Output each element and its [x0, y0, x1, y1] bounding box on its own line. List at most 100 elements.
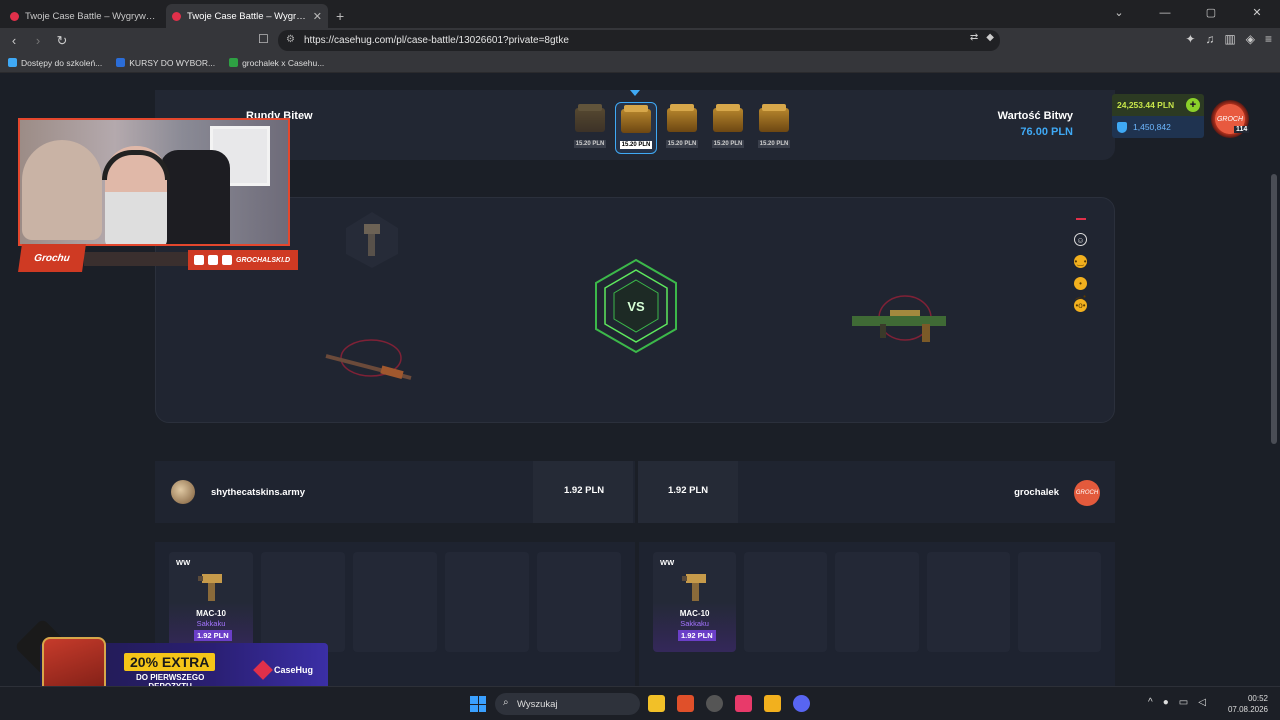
file-explorer-icon[interactable]	[648, 695, 665, 712]
vpn-icon[interactable]: ◈	[1246, 32, 1255, 46]
app-icon[interactable]	[764, 695, 781, 712]
casehug-logo-icon	[253, 660, 273, 680]
brave-shield-icon[interactable]: ◆	[986, 32, 994, 43]
item-skin: Sakkaku	[196, 619, 226, 628]
wear-label: WW	[176, 558, 191, 567]
translate-icon[interactable]: ⇄	[970, 32, 978, 43]
points-row: 1,450,842	[1112, 116, 1204, 138]
chevron-up-icon[interactable]: ^	[1148, 697, 1153, 708]
round-case: 15.20 PLN	[707, 102, 749, 154]
taskbar-search[interactable]: ⌕ Wyszukaj	[495, 693, 640, 715]
volume-icon[interactable]: ◁	[1198, 697, 1206, 708]
tiktok-app-icon[interactable]	[735, 695, 752, 712]
promo-brand-name: CaseHug	[274, 665, 314, 675]
tab-title: Twoje Case Battle – Wygrywaj sk	[187, 10, 309, 22]
drops-right: WW MAC-10 Sakkaku 1.92 PLN	[635, 542, 1115, 686]
bookmark-label: KURSY DO WYBOR...	[129, 57, 216, 68]
case-price: 15.20 PLN	[711, 140, 745, 148]
battle-value-amount: 76.00 PLN	[1020, 126, 1073, 138]
clock[interactable]: 00:52 07.08.2026	[1228, 693, 1268, 715]
site-info-icon[interactable]: ⚙	[286, 34, 295, 45]
wear-label: WW	[660, 558, 675, 567]
bookmark-item[interactable]: Dostępy do szkoleń...	[8, 58, 102, 68]
avatar[interactable]: GROCH	[1074, 480, 1100, 506]
new-tab-button[interactable]: +	[328, 4, 352, 28]
streamer-logo-text: Grochu	[33, 252, 71, 264]
mac10-item-icon	[682, 574, 706, 601]
case-price: 15.20 PLN	[573, 140, 607, 148]
empty-drop-slot	[926, 552, 1010, 652]
browser-tab-2[interactable]: Twoje Case Battle – Wygrywaj sk ✕	[166, 4, 328, 28]
avatar[interactable]	[171, 480, 195, 504]
brave-browser-icon[interactable]	[677, 695, 694, 712]
item-name: MAC-10	[196, 609, 226, 618]
address-bar-row: ‹ › ↻ ☐ ⚙ https://casehug.com/pl/case-ba…	[0, 28, 1280, 53]
app-icon[interactable]	[706, 695, 723, 712]
extensions-area: ✦ ♫ ▥ ◈ ≡	[1185, 32, 1272, 46]
back-icon[interactable]: ‹	[4, 33, 24, 48]
discord-icon[interactable]	[793, 695, 810, 712]
item-price: 1.92 PLN	[194, 630, 232, 641]
gaming-chair	[160, 150, 230, 244]
balance-amount: 24,253.44 PLN	[1117, 100, 1175, 110]
deposit-button[interactable]: +	[1186, 98, 1200, 112]
smile-icon[interactable]: ☺	[1074, 233, 1087, 246]
round-case: 15.20 PLN	[569, 102, 611, 154]
close-tab-icon[interactable]: ✕	[313, 10, 322, 23]
surprised-face-icon[interactable]: •o•	[1074, 299, 1087, 312]
case-icon	[621, 105, 651, 133]
socials-bar: GROCHALSKI.D	[188, 250, 298, 270]
neutral-face-icon[interactable]: •‿•	[1074, 255, 1087, 268]
case-rounds: 15.20 PLN 15.20 PLN 15.20 PLN 15.20 PLN …	[569, 102, 795, 154]
bookmark-favicon-icon	[8, 58, 17, 67]
empty-drop-slot	[261, 552, 345, 652]
browser-tab-1[interactable]: Twoje Case Battle – Wygrywaj skiny C	[4, 4, 166, 28]
reload-icon[interactable]: ↻	[52, 33, 72, 49]
url-field[interactable]: ⚙ https://casehug.com/pl/case-battle/130…	[278, 30, 1000, 51]
wallet: 24,253.44 PLN + 1,450,842	[1112, 94, 1204, 140]
webcam-overlay	[18, 118, 290, 246]
windows-taskbar: ⌕ Wyszukaj ^ ● ▭ ◁ 00:52 07.08.2026	[0, 686, 1280, 720]
spinning-item-icon	[346, 212, 398, 268]
extensions-icon[interactable]: ✦	[1185, 32, 1195, 46]
drop-card[interactable]: WW MAC-10 Sakkaku 1.92 PLN	[653, 552, 737, 652]
avatar-text: GROCH	[1216, 115, 1244, 123]
page-scrollbar[interactable]	[1271, 174, 1277, 444]
sad-face-icon[interactable]: •︵•	[1074, 277, 1087, 301]
youtube-icon	[194, 255, 204, 265]
avatar-text: GROCH	[1075, 490, 1099, 496]
empty-drop-slot	[445, 552, 529, 652]
player-right: 1.92 PLN grochalek GROCH	[635, 461, 1115, 523]
close-window-button[interactable]: ✕	[1234, 0, 1280, 28]
network-icon[interactable]: ▭	[1179, 697, 1188, 708]
forward-icon[interactable]: ›	[28, 33, 48, 48]
music-icon[interactable]: ♫	[1205, 32, 1214, 46]
minimize-button[interactable]: —	[1142, 0, 1188, 28]
bookmark-item[interactable]: grochalek x Casehu...	[229, 58, 324, 68]
emote-bar: ☺ •‿• •︵• •o•	[1074, 218, 1087, 312]
player-name[interactable]: grochalek	[1014, 487, 1059, 498]
windows-start-icon[interactable]	[470, 696, 486, 712]
sidebar-icon[interactable]: ▥	[1224, 32, 1235, 46]
case-price: 15.20 PLN	[619, 141, 653, 149]
tab-search-icon[interactable]: ⌄	[1096, 0, 1142, 28]
instagram-icon	[222, 255, 232, 265]
battle-arena: VS ☺ •‿• •︵• •o•	[155, 197, 1115, 423]
player-value: 1.92 PLN	[564, 485, 605, 496]
drop-card[interactable]: WW MAC-10 Sakkaku 1.92 PLN	[169, 552, 253, 652]
empty-drop-slot	[744, 552, 828, 652]
mac10-item-icon	[198, 574, 222, 601]
player-name[interactable]: shythecatskins.army	[211, 487, 305, 498]
empty-drop-slot	[1017, 552, 1102, 652]
microphone-icon[interactable]: ●	[1163, 697, 1169, 708]
menu-icon[interactable]: ≡	[1265, 32, 1272, 46]
bookmark-favicon-icon	[229, 58, 239, 67]
teddy-bear	[22, 140, 102, 240]
bookmark-item[interactable]: KURSY DO WYBOR...	[116, 58, 215, 68]
rifle-item-icon	[325, 339, 412, 380]
bookmark-icon[interactable]: ☐	[258, 32, 269, 46]
m4a4-item-icon	[852, 295, 946, 342]
maximize-button[interactable]: ▢	[1188, 0, 1234, 28]
players-row: shythecatskins.army 1.92 PLN 1.92 PLN gr…	[155, 461, 1115, 523]
item-skin: Sakkaku	[680, 619, 709, 628]
